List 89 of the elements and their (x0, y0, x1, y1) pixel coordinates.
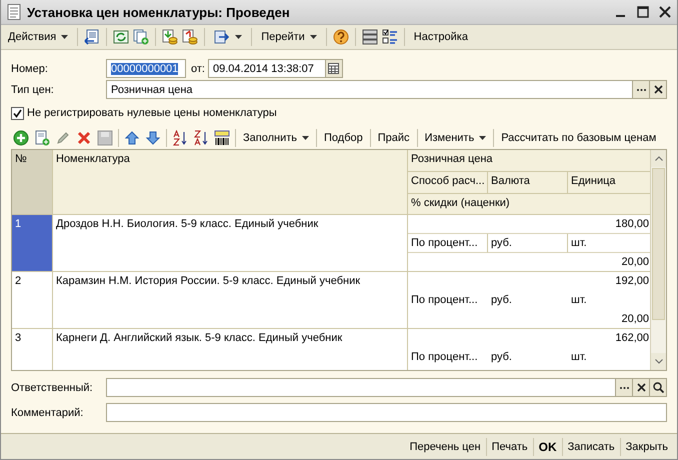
search-icon (652, 382, 664, 393)
copy-add-icon[interactable] (133, 29, 150, 45)
window-title: Установка цен номенклатуры: Проведен (27, 4, 291, 20)
table-cell: 3 (12, 329, 53, 370)
table-cell: Карамзин Н.М. История России. 5-9 класс. Единый учебник (53, 272, 408, 329)
footer-button[interactable]: Закрыть (620, 438, 673, 454)
field-label: Номер: (11, 62, 49, 74)
checkbox[interactable] (11, 106, 24, 120)
column-header: № (12, 150, 53, 215)
help-icon[interactable] (332, 29, 349, 45)
document-arrow-icon[interactable] (214, 29, 230, 45)
toolbar-button[interactable]: Перейти (258, 29, 320, 45)
date-field[interactable]: 09.04.2014 13:38:07 (208, 59, 326, 78)
footer-button[interactable]: OK (534, 438, 562, 456)
toolbar-button[interactable]: Прайс (376, 131, 412, 145)
field-label: Тип цен: (11, 84, 55, 96)
pencil-icon[interactable] (55, 130, 71, 146)
add-icon[interactable] (13, 130, 29, 146)
calendar-button[interactable] (326, 59, 343, 78)
document-icon (7, 4, 21, 20)
toolbar-button[interactable]: Рассчитать по базовым ценам (499, 131, 658, 145)
clear-button[interactable] (633, 378, 650, 397)
sort-descending-icon[interactable] (193, 130, 209, 146)
caret-icon (310, 35, 317, 39)
caret-icon (479, 136, 486, 140)
column-header: Номенклатура (53, 150, 408, 215)
scroll-down-button[interactable] (651, 353, 666, 370)
clear-icon (636, 383, 646, 392)
scrollbar-thumb[interactable] (652, 168, 665, 320)
toolbar-button[interactable]: Изменить (422, 131, 488, 145)
footer-button[interactable]: Перечень цен (404, 438, 486, 454)
scroll-up-button[interactable] (651, 150, 666, 167)
table-cell-text: шт. (570, 350, 588, 365)
footer-button[interactable]: Записать (562, 438, 620, 454)
chevron-down-icon (654, 359, 662, 364)
chevron-up-icon (654, 156, 662, 161)
caret-icon (302, 136, 310, 140)
arrow-up-icon[interactable] (124, 130, 140, 146)
delete-icon[interactable] (76, 130, 92, 146)
column-header: Валюта (488, 172, 568, 194)
document-coins-icon[interactable] (182, 29, 198, 45)
checkbox-label: Не регистрировать нулевые цены номенклатуры (27, 107, 277, 119)
select-button[interactable] (633, 80, 650, 99)
caret-icon (235, 35, 242, 39)
table-cell-text: По процент... (410, 293, 479, 308)
price-type-field[interactable]: Розничная цена (106, 80, 633, 99)
caret-icon (61, 35, 68, 39)
toolbar-button[interactable]: Заполнить (241, 131, 312, 145)
checklist-icon[interactable] (382, 29, 398, 45)
barcode-icon[interactable] (214, 130, 230, 146)
sort-ascending-icon[interactable] (172, 130, 188, 146)
document-add-icon[interactable] (34, 130, 50, 146)
toolbar-button[interactable]: Настройка (410, 29, 471, 45)
column-header: Способ расч... (408, 172, 488, 194)
close-icon[interactable] (659, 6, 671, 18)
field-label: от: (191, 62, 205, 74)
footer-button[interactable]: Печать (486, 438, 533, 454)
table-cell: 1 (12, 215, 53, 272)
document-coins-icon[interactable] (162, 29, 178, 45)
table-cell: 2 (12, 272, 53, 329)
table-cell-text: шт. (570, 293, 588, 308)
clear-button[interactable] (650, 80, 667, 99)
column-header: Розничная цена (408, 150, 650, 172)
toolbar-button[interactable]: Действия (5, 29, 72, 45)
search-button[interactable] (650, 378, 667, 397)
arrow-down-icon[interactable] (145, 130, 161, 146)
toolbar-button[interactable]: Подбор (322, 131, 365, 145)
table-cell: По процент... (408, 234, 488, 253)
number-field[interactable]: 00000000001 (106, 59, 186, 78)
calendar-icon (328, 63, 340, 74)
table-cell: руб. (488, 234, 568, 253)
maximize-icon[interactable] (637, 6, 649, 18)
refresh-icon[interactable] (113, 29, 130, 45)
comment-field[interactable] (106, 403, 667, 422)
column-header: Единица (568, 172, 650, 194)
checkmark-icon (13, 108, 22, 118)
table-cell-text: По процент... (410, 350, 479, 365)
responsible-field[interactable] (106, 378, 616, 397)
field-label: Комментарий: (11, 406, 84, 418)
rows-icon[interactable] (362, 29, 378, 45)
select-button[interactable] (616, 378, 633, 397)
table-cell-text: 192,00 (614, 274, 650, 289)
column-header: % скидки (наценки) (408, 194, 650, 215)
clear-icon (654, 85, 662, 94)
table-cell-text: руб. (490, 350, 513, 365)
table-cell-text: 162,00 (614, 331, 650, 346)
field-label: Ответственный: (11, 382, 94, 394)
table-cell: Дроздов Н.Н. Биология. 5-9 класс. Единый учебник (53, 215, 408, 272)
table-cell-text: руб. (490, 293, 513, 308)
